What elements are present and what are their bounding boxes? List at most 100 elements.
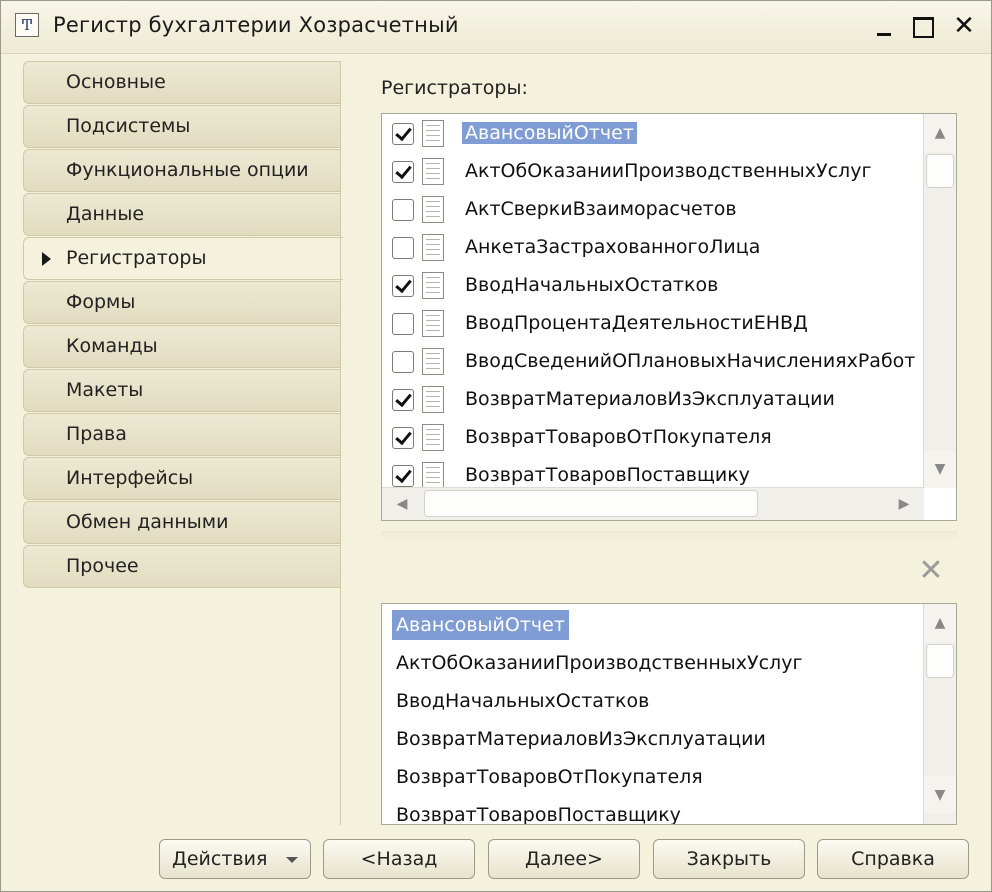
scroll-thumb[interactable] xyxy=(926,154,954,188)
list-item[interactable]: АктОбОказанииПроизводственныхУслуг xyxy=(382,153,922,191)
checkbox[interactable] xyxy=(392,427,414,449)
sidebar-item[interactable]: Права xyxy=(23,413,341,456)
checkbox[interactable] xyxy=(392,313,414,335)
scroll-down-icon[interactable]: ▼ xyxy=(924,450,956,488)
list-item-label: ВозвратМатериаловИзЭксплуатации xyxy=(396,728,766,750)
window-title: Регистр бухгалтерии Хозрасчетный xyxy=(53,13,459,37)
list-item[interactable]: АктСверкиВзаиморасчетов xyxy=(382,191,922,229)
checkbox[interactable] xyxy=(392,199,414,221)
sidebar-item-label: Команды xyxy=(66,335,158,357)
list-item[interactable]: ВозвратМатериаловИзЭксплуатации xyxy=(382,381,922,419)
vertical-scrollbar-selected[interactable]: ▲ ▼ xyxy=(923,604,956,824)
scroll-up-icon[interactable]: ▲ xyxy=(924,604,956,642)
sidebar-item[interactable]: Регистраторы xyxy=(23,237,343,280)
list-item-label: ВводПроцентаДеятельностиЕНВД xyxy=(465,312,808,334)
list-item-label: АктОбОказанииПроизводственныхУслуг xyxy=(465,160,872,182)
sidebar-item-label: Формы xyxy=(66,291,136,313)
checkbox[interactable] xyxy=(392,161,414,183)
list-item[interactable]: ВозвратМатериаловИзЭксплуатации xyxy=(392,720,770,758)
document-icon xyxy=(422,348,444,375)
list-item[interactable]: ВозвратТоваровОтПокупателя xyxy=(382,419,922,457)
sidebar-item-label: Регистраторы xyxy=(66,247,207,269)
sidebar-item-label: Функциональные опции xyxy=(66,159,309,181)
list-item[interactable]: АвансовыйОтчет xyxy=(392,606,569,644)
document-icon xyxy=(422,234,444,261)
sidebar-item[interactable]: Обмен данными xyxy=(23,501,341,544)
list-item-label: ВводСведенийОПлановыхНачисленияхРабот xyxy=(465,350,916,372)
back-button[interactable]: <Назад xyxy=(323,839,475,879)
list-item-label: ВозвратМатериаловИзЭксплуатации xyxy=(465,388,835,410)
sidebar-item[interactable]: Подсистемы xyxy=(23,105,341,148)
sidebar-item[interactable]: Основные xyxy=(23,61,341,104)
list-item[interactable]: ВозвратТоваровПоставщику xyxy=(392,796,685,825)
scroll-thumb[interactable] xyxy=(926,644,954,678)
list-item[interactable]: АктОбОказанииПроизводственныхУслуг xyxy=(392,644,806,682)
sidebar-item[interactable]: Формы xyxy=(23,281,341,324)
list-item-label: ВозвратТоваровПоставщику xyxy=(396,804,681,825)
vertical-scrollbar[interactable]: ▲ ▼ xyxy=(923,114,956,488)
checkbox[interactable] xyxy=(392,351,414,373)
list-item-label: ВводНачальныхОстатков xyxy=(396,690,650,712)
registrators-label: Регистраторы: xyxy=(381,77,528,99)
list-item-label: АвансовыйОтчет xyxy=(392,610,569,640)
dialog-window: Ͳ Регистр бухгалтерии Хозрасчетный ✕ Осн… xyxy=(0,0,992,892)
list-item-label: АктОбОказанииПроизводственныхУслуг xyxy=(396,652,803,674)
help-button[interactable]: Справка xyxy=(817,839,969,879)
list-item[interactable]: ВозвратТоваровОтПокупателя xyxy=(392,758,707,796)
list-item[interactable]: АвансовыйОтчет xyxy=(382,115,922,153)
clear-icon[interactable]: ✕ xyxy=(917,556,945,586)
chevron-down-icon xyxy=(286,857,298,863)
sidebar-item-label: Макеты xyxy=(66,379,144,401)
list-item-label: ВводНачальныхОстатков xyxy=(465,274,719,296)
scroll-down-icon[interactable]: ▼ xyxy=(924,776,956,814)
close-icon[interactable]: ✕ xyxy=(949,11,979,41)
document-icon xyxy=(422,386,444,413)
sidebar-item-label: Данные xyxy=(66,203,145,225)
list-item-label: АвансовыйОтчет xyxy=(462,122,637,144)
list-item-label: АктСверкиВзаиморасчетов xyxy=(465,198,737,220)
list-item-label: ВозвратТоваровОтПокупателя xyxy=(396,766,703,788)
sidebar-item[interactable]: Команды xyxy=(23,325,341,368)
sidebar-item[interactable]: Данные xyxy=(23,193,341,236)
registrators-list[interactable]: АвансовыйОтчет АктОбОказанииПроизводствен… xyxy=(381,113,957,521)
list-item[interactable]: АнкетаЗастрахованногоЛица xyxy=(382,229,922,267)
sidebar-item-label: Прочее xyxy=(66,555,139,577)
checkbox[interactable] xyxy=(392,389,414,411)
list-item-label: ВозвратТоваровОтПокупателя xyxy=(465,426,772,448)
scroll-thumb-horizontal[interactable] xyxy=(424,490,758,517)
list-item[interactable]: ВводНачальныхОстатков xyxy=(382,267,922,305)
sidebar-item-label: Подсистемы xyxy=(66,115,191,137)
sidebar-item-label: Основные xyxy=(66,71,166,93)
close-button[interactable]: Закрыть xyxy=(653,839,805,879)
horizontal-scrollbar[interactable]: ◀ ▶ xyxy=(382,487,924,520)
list-item[interactable]: ВводСведенийОПлановыхНачисленияхРабот xyxy=(382,343,922,381)
checkbox[interactable] xyxy=(392,237,414,259)
list-item-label: ВозвратТоваровПоставщику xyxy=(465,464,750,486)
document-icon xyxy=(422,424,444,451)
list-item[interactable]: ВводНачальныхОстатков xyxy=(392,682,653,720)
minimize-button[interactable] xyxy=(869,11,899,41)
selected-registrators-list[interactable]: АвансовыйОтчет АктОбОказанииПроизводствен… xyxy=(381,603,957,825)
sidebar-item[interactable]: Прочее xyxy=(23,545,341,588)
title-bar[interactable]: Ͳ Регистр бухгалтерии Хозрасчетный ✕ xyxy=(1,1,991,54)
document-icon xyxy=(422,462,444,489)
sidebar-item[interactable]: Макеты xyxy=(23,369,341,412)
next-button[interactable]: Далее> xyxy=(488,839,640,879)
scroll-left-icon[interactable]: ◀ xyxy=(382,488,422,520)
sidebar-item[interactable]: Функциональные опции xyxy=(23,149,341,192)
checkbox[interactable] xyxy=(392,275,414,297)
sidebar-nav: Основные Подсистемы Функциональные опции Да… xyxy=(23,61,343,589)
sidebar-item[interactable]: Интерфейсы xyxy=(23,457,341,500)
scroll-up-icon[interactable]: ▲ xyxy=(924,114,956,152)
maximize-button[interactable] xyxy=(907,11,937,41)
document-icon xyxy=(422,310,444,337)
scroll-right-icon[interactable]: ▶ xyxy=(884,488,924,520)
sidebar-item-label: Обмен данными xyxy=(66,511,229,533)
checkbox[interactable] xyxy=(392,123,414,145)
list-item[interactable]: ВводПроцентаДеятельностиЕНВД xyxy=(382,305,922,343)
checkbox[interactable] xyxy=(392,465,414,487)
document-icon xyxy=(422,120,444,147)
actions-button[interactable]: Действия xyxy=(159,839,311,879)
triangle-right-icon xyxy=(42,252,51,266)
sidebar-item-label: Интерфейсы xyxy=(66,467,194,489)
